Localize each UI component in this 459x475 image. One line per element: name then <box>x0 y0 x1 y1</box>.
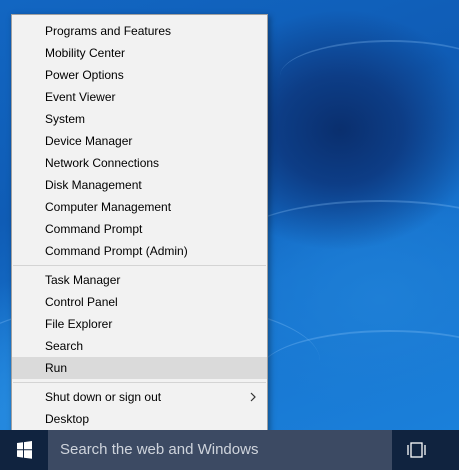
menu-item-label: Task Manager <box>45 273 121 287</box>
menu-item-label: Power Options <box>45 68 124 82</box>
menu-item-network-connections[interactable]: Network Connections <box>12 152 267 174</box>
power-user-menu: Programs and Features Mobility Center Po… <box>11 14 268 433</box>
chevron-right-icon <box>250 392 256 402</box>
menu-item-label: Network Connections <box>45 156 160 170</box>
menu-item-shut-down-or-sign-out[interactable]: Shut down or sign out <box>12 386 267 408</box>
menu-item-command-prompt[interactable]: Command Prompt <box>12 218 267 240</box>
menu-item-control-panel[interactable]: Control Panel <box>12 291 267 313</box>
menu-item-label: Desktop <box>45 412 90 426</box>
menu-item-system[interactable]: System <box>12 108 267 130</box>
search-input[interactable]: Search the web and Windows <box>48 430 392 470</box>
menu-item-file-explorer[interactable]: File Explorer <box>12 313 267 335</box>
task-view-icon <box>407 442 426 458</box>
menu-item-label: Computer Management <box>45 200 172 214</box>
menu-separator <box>13 382 266 383</box>
menu-item-label: File Explorer <box>45 317 113 331</box>
menu-item-label: Command Prompt <box>45 222 143 236</box>
menu-item-desktop[interactable]: Desktop <box>12 408 267 430</box>
task-view-button[interactable] <box>400 430 434 470</box>
menu-item-computer-management[interactable]: Computer Management <box>12 196 267 218</box>
menu-item-run[interactable]: Run <box>12 357 267 379</box>
menu-item-label: Device Manager <box>45 134 133 148</box>
menu-item-label: Run <box>45 361 68 375</box>
menu-item-search[interactable]: Search <box>12 335 267 357</box>
search-placeholder: Search the web and Windows <box>60 441 259 458</box>
menu-item-event-viewer[interactable]: Event Viewer <box>12 86 267 108</box>
taskbar: Search the web and Windows <box>0 430 459 470</box>
menu-item-programs-and-features[interactable]: Programs and Features <box>12 20 267 42</box>
menu-item-label: Control Panel <box>45 295 118 309</box>
wallpaper-wave <box>280 40 459 112</box>
menu-item-label: Mobility Center <box>45 46 126 60</box>
menu-item-label: Programs and Features <box>45 24 172 38</box>
menu-item-label: Command Prompt (Admin) <box>45 244 188 258</box>
menu-item-disk-management[interactable]: Disk Management <box>12 174 267 196</box>
menu-item-command-prompt-admin[interactable]: Command Prompt (Admin) <box>12 240 267 262</box>
menu-item-label: System <box>45 112 86 126</box>
menu-item-label: Event Viewer <box>45 90 116 104</box>
menu-item-label: Disk Management <box>45 178 142 192</box>
menu-item-power-options[interactable]: Power Options <box>12 64 267 86</box>
menu-item-label: Shut down or sign out <box>45 390 162 404</box>
menu-item-mobility-center[interactable]: Mobility Center <box>12 42 267 64</box>
menu-item-label: Search <box>45 339 84 353</box>
menu-item-device-manager[interactable]: Device Manager <box>12 130 267 152</box>
menu-separator <box>13 265 266 266</box>
menu-item-task-manager[interactable]: Task Manager <box>12 269 267 291</box>
start-button[interactable] <box>0 430 48 470</box>
windows-logo-icon <box>17 441 32 459</box>
